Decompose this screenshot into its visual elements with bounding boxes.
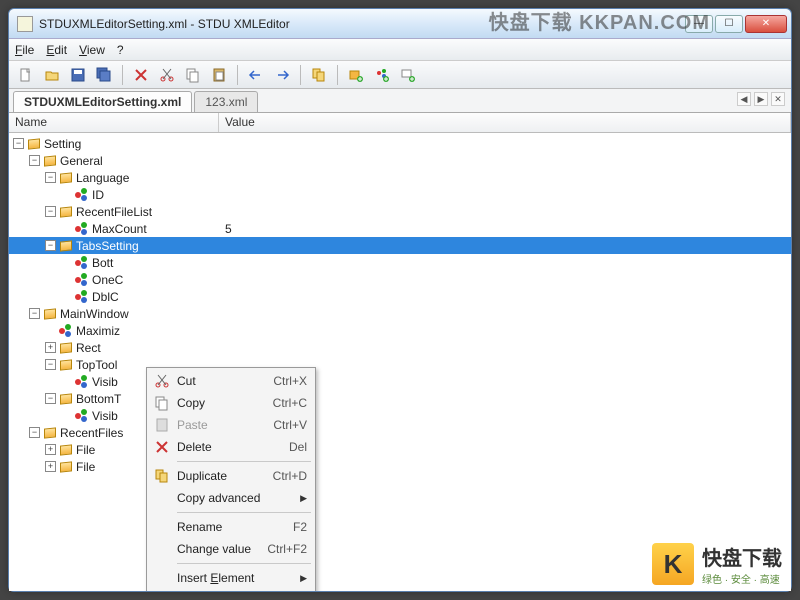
insert-element-button[interactable] <box>345 64 367 86</box>
ctx-rename[interactable]: RenameF2 <box>149 516 313 538</box>
tree-row[interactable]: +Rect <box>9 339 791 356</box>
close-button[interactable]: ✕ <box>745 15 787 33</box>
tree-row[interactable]: +File <box>9 441 791 458</box>
cut-button[interactable] <box>156 64 178 86</box>
paste-icon <box>153 416 171 434</box>
menu-view[interactable]: View <box>79 43 105 57</box>
ctx-change-value[interactable]: Change valueCtrl+F2 <box>149 538 313 560</box>
collapse-icon[interactable]: − <box>29 155 40 166</box>
menu-separator <box>177 461 311 462</box>
collapse-icon[interactable]: − <box>45 206 56 217</box>
paste-button[interactable] <box>208 64 230 86</box>
tree-row[interactable]: −BottomT <box>9 390 791 407</box>
tree-row[interactable]: OneC <box>9 271 791 288</box>
expand-icon[interactable]: + <box>45 444 56 455</box>
ctx-delete[interactable]: DeleteDel <box>149 436 313 458</box>
copy-icon <box>153 394 171 412</box>
menu-separator <box>177 512 311 513</box>
new-button[interactable] <box>15 64 37 86</box>
ctx-copy[interactable]: CopyCtrl+C <box>149 392 313 414</box>
tab-close-button[interactable]: ✕ <box>771 92 785 106</box>
expand-icon[interactable]: + <box>45 461 56 472</box>
collapse-icon[interactable]: − <box>45 359 56 370</box>
ctx-insert-element[interactable]: Insert Element▶ <box>149 567 313 589</box>
ctx-paste: PasteCtrl+V <box>149 414 313 436</box>
tab-active[interactable]: STDUXMLEditorSetting.xml <box>13 91 192 112</box>
tree-row[interactable]: −RecentFiles <box>9 424 791 441</box>
toolbar-separator <box>122 65 123 85</box>
toolbar-separator <box>237 65 238 85</box>
titlebar: STDUXMLEditorSetting.xml - STDU XMLEdito… <box>9 9 791 39</box>
menu-separator <box>177 563 311 564</box>
logo-subtitle: 绿色 · 安全 · 高速 <box>702 571 782 586</box>
copy-button[interactable] <box>182 64 204 86</box>
site-logo: K 快盘下载 绿色 · 安全 · 高速 <box>652 542 782 586</box>
ctx-insert-attribute[interactable]: Insert Attribute▶ <box>149 589 313 591</box>
redo-button[interactable] <box>271 64 293 86</box>
app-window: STDUXMLEditorSetting.xml - STDU XMLEdito… <box>8 8 792 592</box>
duplicate-button[interactable] <box>308 64 330 86</box>
menu-edit[interactable]: Edit <box>46 43 67 57</box>
collapse-icon[interactable]: − <box>29 427 40 438</box>
tree-row[interactable]: −RecentFileList <box>9 203 791 220</box>
menu-help[interactable]: ? <box>117 43 124 57</box>
cut-icon <box>153 372 171 390</box>
ctx-copy-advanced[interactable]: Copy advanced▶ <box>149 487 313 509</box>
window-title: STDUXMLEditorSetting.xml - STDU XMLEdito… <box>39 17 685 31</box>
tree-row[interactable]: −TopTool <box>9 356 791 373</box>
tree-row[interactable]: Maximiz <box>9 322 791 339</box>
ctx-cut[interactable]: CutCtrl+X <box>149 370 313 392</box>
tree-row[interactable]: DblC <box>9 288 791 305</box>
insert-comment-button[interactable] <box>397 64 419 86</box>
menubar: File Edit View ? <box>9 39 791 61</box>
logo-icon: K <box>652 543 694 585</box>
logo-title: 快盘下载 <box>702 542 782 571</box>
document-tabs: STDUXMLEditorSetting.xml 123.xml ◀ ▶ ✕ <box>9 89 791 113</box>
collapse-icon[interactable]: − <box>13 138 24 149</box>
open-button[interactable] <box>41 64 63 86</box>
header-value[interactable]: Value <box>219 113 791 132</box>
maximize-button[interactable]: ☐ <box>715 15 743 33</box>
minimize-button[interactable]: — <box>685 15 713 33</box>
tree-row[interactable]: −Language <box>9 169 791 186</box>
tree-row[interactable]: +File <box>9 458 791 475</box>
duplicate-icon <box>153 467 171 485</box>
tree-row[interactable]: MaxCount5 <box>9 220 791 237</box>
insert-attribute-button[interactable] <box>371 64 393 86</box>
toolbar-separator <box>300 65 301 85</box>
delete-button[interactable] <box>130 64 152 86</box>
tree-row[interactable]: −General <box>9 152 791 169</box>
ctx-duplicate[interactable]: DuplicateCtrl+D <box>149 465 313 487</box>
tree-row[interactable]: Bott <box>9 254 791 271</box>
collapse-icon[interactable]: − <box>45 240 56 251</box>
toolbar-separator <box>337 65 338 85</box>
tree-row[interactable]: −Setting <box>9 135 791 152</box>
tree-row[interactable]: ID <box>9 186 791 203</box>
undo-button[interactable] <box>245 64 267 86</box>
app-icon <box>17 16 33 32</box>
context-menu: CutCtrl+X CopyCtrl+C PasteCtrl+V DeleteD… <box>146 367 316 591</box>
tab-next-button[interactable]: ▶ <box>754 92 768 106</box>
header-name[interactable]: Name <box>9 113 219 132</box>
save-button[interactable] <box>67 64 89 86</box>
column-headers: Name Value <box>9 113 791 133</box>
toolbar <box>9 61 791 89</box>
tree-row[interactable]: −MainWindow <box>9 305 791 322</box>
tree-row[interactable]: Visib <box>9 373 791 390</box>
collapse-icon[interactable]: − <box>45 172 56 183</box>
saveall-button[interactable] <box>93 64 115 86</box>
tree-row-selected[interactable]: −TabsSetting <box>9 237 791 254</box>
tree-view[interactable]: −Setting −General −Language ID −RecentFi… <box>9 133 791 591</box>
tree-value: 5 <box>225 222 232 236</box>
collapse-icon[interactable]: − <box>45 393 56 404</box>
tab-other[interactable]: 123.xml <box>194 91 258 112</box>
menu-file[interactable]: File <box>15 43 34 57</box>
expand-icon[interactable]: + <box>45 342 56 353</box>
tab-prev-button[interactable]: ◀ <box>737 92 751 106</box>
collapse-icon[interactable]: − <box>29 308 40 319</box>
tree-row[interactable]: Visib <box>9 407 791 424</box>
delete-icon <box>153 438 171 456</box>
